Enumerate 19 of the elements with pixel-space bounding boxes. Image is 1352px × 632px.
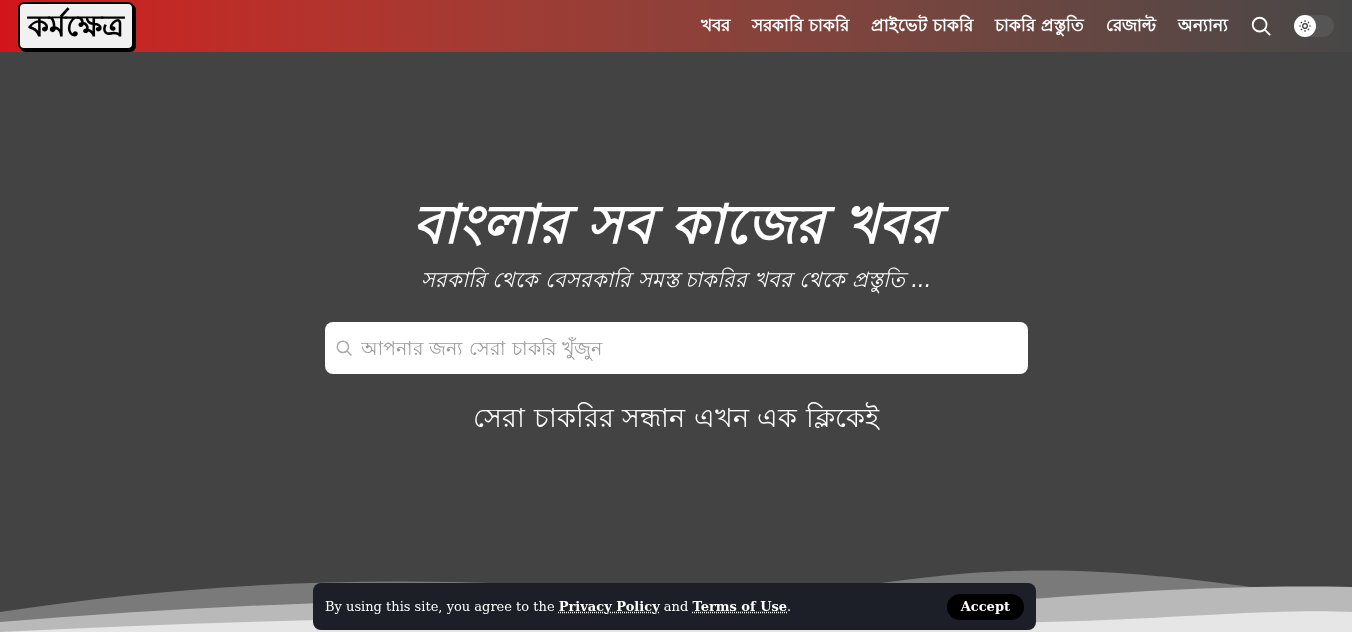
search-icon[interactable] bbox=[1250, 15, 1272, 37]
hero-title: বাংলার সব কাজের খবর bbox=[396, 187, 956, 263]
policy-link[interactable]: Privacy Policy bbox=[558, 598, 660, 614]
nav-link[interactable]: প্রাইভেট চাকরি bbox=[871, 13, 974, 39]
nav-link[interactable]: চাকরি প্রস্তুতি bbox=[995, 13, 1084, 39]
theme-toggle[interactable] bbox=[1294, 15, 1334, 37]
logo[interactable]: কর্মক্ষেত্র bbox=[18, 2, 134, 50]
search-icon bbox=[334, 339, 353, 358]
tagline: সেরা চাকরির সন্ধান এখন এক ক্লিকেই bbox=[473, 401, 879, 436]
nav-link[interactable]: সরকারি চাকরি bbox=[752, 13, 850, 39]
nav-link[interactable]: খবর bbox=[701, 13, 731, 39]
hero-subtitle: সরকারি থেকে বেসরকারি সমস্ত চাকরির খবর থেকে প্রস্তুতি ... bbox=[420, 266, 932, 296]
accept-button[interactable]: Accept bbox=[946, 593, 1024, 620]
consent-text: By using this site, you agree to the Privacy Policy and Terms of Use. bbox=[325, 597, 792, 616]
sun-icon bbox=[1298, 19, 1312, 33]
search-field[interactable]: আপনার জন্য সেরা চাকরি খুঁজুন bbox=[324, 322, 1028, 375]
policy-link[interactable]: Terms of Use bbox=[692, 598, 788, 614]
nav-link[interactable]: অন্যান্য bbox=[1178, 13, 1228, 39]
nav-link[interactable]: রেজাল্ট bbox=[1106, 13, 1156, 39]
